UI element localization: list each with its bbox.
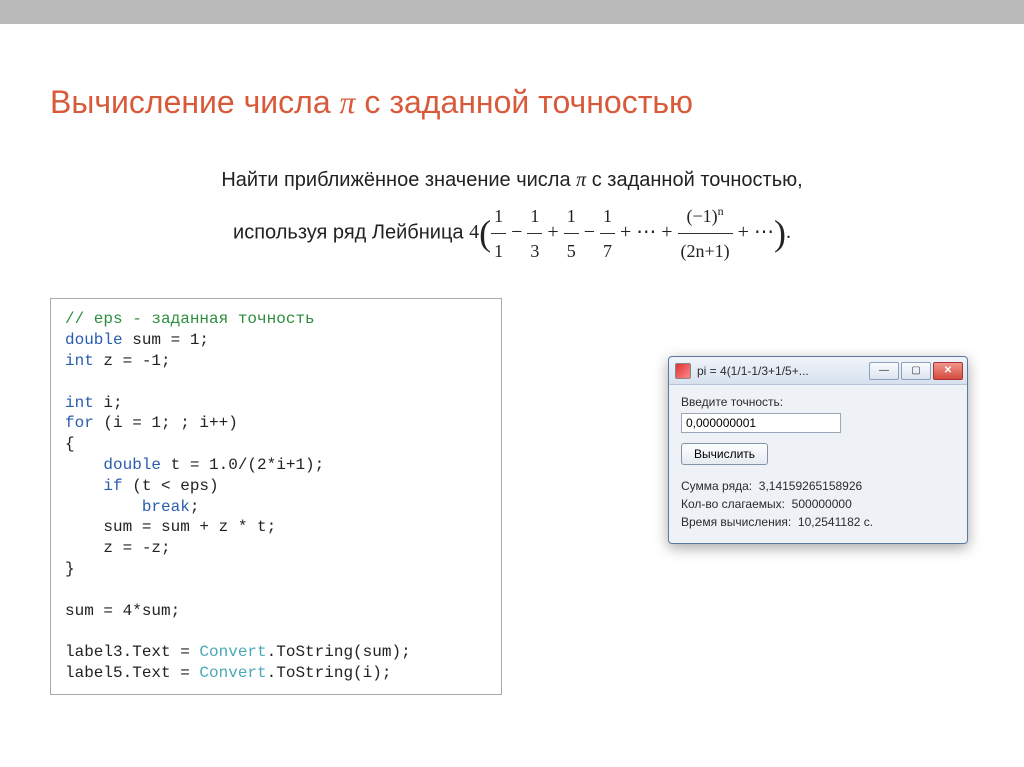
- keyword: double: [65, 331, 123, 349]
- code: (t < eps): [123, 477, 219, 495]
- open-paren: (: [479, 213, 491, 253]
- period: .: [786, 221, 791, 243]
- ellipsis: ⋯: [636, 221, 656, 243]
- problem-line-2: используя ряд Лейбница 4(11 − 13 + 15 − …: [50, 199, 974, 268]
- keyword: break: [142, 498, 190, 516]
- fraction-1: 11: [491, 199, 506, 268]
- fraction-4: 17: [600, 199, 615, 268]
- keyword: double: [103, 456, 161, 474]
- fraction-k: (−1)n(2n+1): [678, 199, 733, 268]
- fraction-3: 15: [564, 199, 579, 268]
- label: Кол-во слагаемых:: [681, 497, 785, 511]
- code: .ToString(sum);: [267, 643, 411, 661]
- minimize-button[interactable]: —: [869, 362, 899, 380]
- coef: 4: [469, 221, 479, 243]
- pi-symbol: π: [576, 169, 586, 191]
- window-caption: pi = 4(1/1-1/3+1/5+...: [697, 364, 869, 378]
- precision-label: Введите точность:: [681, 395, 955, 409]
- code: label3.Text =: [65, 643, 199, 661]
- precision-input[interactable]: [681, 413, 841, 433]
- slide-content: Вычисление числа π с заданной точностью …: [0, 24, 1024, 725]
- result-sum: Сумма ряда: 3,14159265158926: [681, 477, 955, 495]
- title-bar[interactable]: pi = 4(1/1-1/3+1/5+... — ▢ ✕: [669, 357, 967, 385]
- keyword: int: [65, 352, 94, 370]
- code: ;: [190, 498, 200, 516]
- label: Сумма ряда:: [681, 479, 752, 493]
- result-time: Время вычисления: 10,2541182 c.: [681, 513, 955, 531]
- class-name: Convert: [199, 643, 266, 661]
- code: t = 1.0/(2*i+1);: [161, 456, 324, 474]
- value: 500000000: [792, 497, 852, 511]
- header-bar: [0, 0, 1024, 24]
- close-button[interactable]: ✕: [933, 362, 963, 380]
- value: 3,14159265158926: [759, 479, 862, 493]
- pi-symbol: π: [340, 84, 356, 120]
- slide-title: Вычисление числа π с заданной точностью: [50, 84, 974, 121]
- results-block: Сумма ряда: 3,14159265158926 Кол-во слаг…: [681, 477, 955, 531]
- window-buttons: — ▢ ✕: [869, 362, 963, 380]
- problem-line-1: Найти приближённое значение числа π с за…: [50, 161, 974, 199]
- code: sum = sum + z * t;: [65, 518, 276, 536]
- code-comment: // eps - заданная точность: [65, 310, 315, 328]
- maximize-button[interactable]: ▢: [901, 362, 931, 380]
- problem-statement: Найти приближённое значение числа π с за…: [50, 161, 974, 268]
- app-window: pi = 4(1/1-1/3+1/5+... — ▢ ✕ Введите точ…: [668, 356, 968, 544]
- ellipsis: ⋯: [754, 221, 774, 243]
- keyword: int: [65, 394, 94, 412]
- code: [65, 498, 142, 516]
- code: sum = 1;: [123, 331, 209, 349]
- text: используя ряд Лейбница: [233, 221, 469, 243]
- title-text-suffix: с заданной точностью: [356, 84, 693, 120]
- close-paren: ): [774, 213, 786, 253]
- code: z = -z;: [65, 539, 171, 557]
- keyword: if: [103, 477, 122, 495]
- label: Время вычисления:: [681, 515, 791, 529]
- code: label5.Text =: [65, 664, 199, 682]
- code-listing: // eps - заданная точность double sum = …: [50, 298, 502, 694]
- value: 10,2541182 c.: [798, 515, 873, 529]
- code: sum = 4*sum;: [65, 602, 180, 620]
- text: с заданной точностью,: [586, 169, 802, 191]
- class-name: Convert: [199, 664, 266, 682]
- code: }: [65, 560, 75, 578]
- code: (i = 1; ; i++): [94, 414, 238, 432]
- compute-button[interactable]: Вычислить: [681, 443, 768, 465]
- code: [65, 477, 103, 495]
- keyword: for: [65, 414, 94, 432]
- fraction-2: 13: [527, 199, 542, 268]
- code: .ToString(i);: [267, 664, 392, 682]
- title-text-prefix: Вычисление числа: [50, 84, 340, 120]
- code: [65, 456, 103, 474]
- app-icon: [675, 363, 691, 379]
- code: z = -1;: [94, 352, 171, 370]
- code: {: [65, 435, 75, 453]
- code: i;: [94, 394, 123, 412]
- result-count: Кол-во слагаемых: 500000000: [681, 495, 955, 513]
- content-row: // eps - заданная точность double sum = …: [50, 298, 974, 694]
- leibniz-formula: 4(11 − 13 + 15 − 17 + ⋯ + (−1)n(2n+1) + …: [469, 221, 791, 243]
- client-area: Введите точность: Вычислить Сумма ряда: …: [669, 385, 967, 543]
- text: Найти приближённое значение числа: [221, 169, 576, 191]
